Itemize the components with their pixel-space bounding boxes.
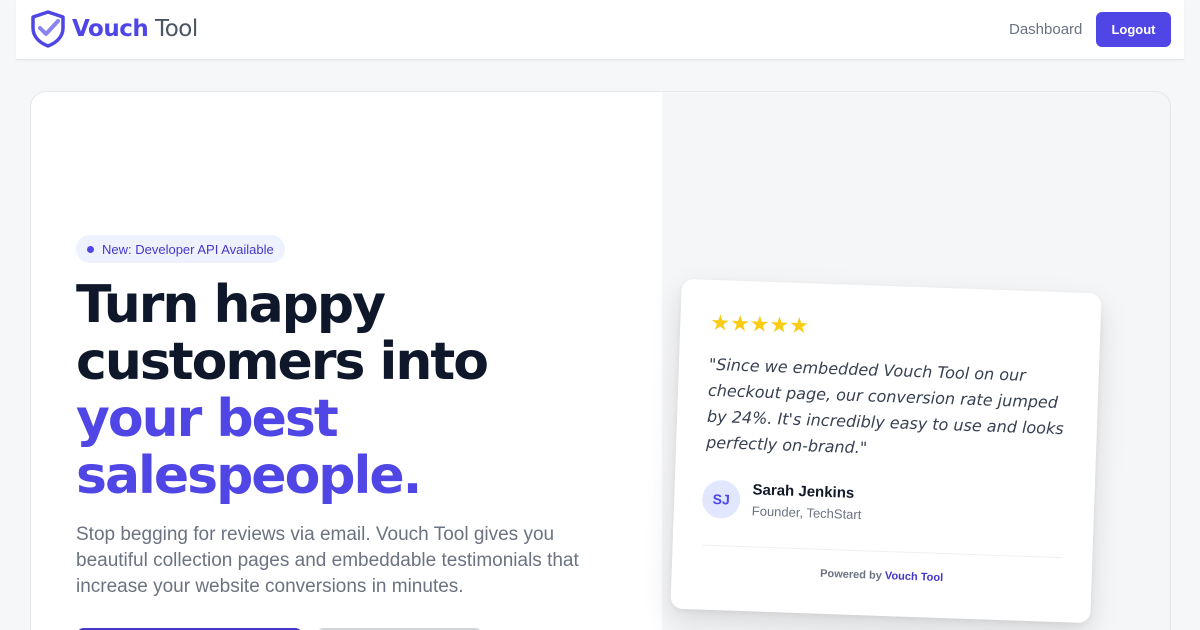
dashboard-link[interactable]: Dashboard [1009, 21, 1082, 38]
brand-name-primary: Vouch [72, 16, 149, 42]
powered-by-prefix: Powered by [819, 567, 883, 582]
top-navbar: Vouch Tool Dashboard Logout [16, 0, 1184, 60]
powered-by: Powered by Vouch Tool [672, 563, 1092, 590]
avatar: SJ [701, 479, 741, 519]
testimonial-quote: "Since we embedded Vouch Tool on our che… [705, 354, 1064, 458]
author-name: Sarah Jenkins [752, 481, 855, 502]
headline-line-4: salespeople. [76, 446, 422, 506]
announcement-badge[interactable]: New: Developer API Available [76, 235, 285, 263]
headline-line-3: your best [76, 389, 339, 449]
testimonial-card: ★★★★★ "Since we embedded Vouch Tool on o… [670, 278, 1102, 624]
badge-dot-icon [87, 245, 94, 253]
powered-by-link[interactable]: Vouch Tool [885, 570, 944, 584]
hero-headline: Turn happy customers into your best sale… [76, 277, 636, 505]
logout-button[interactable]: Logout [1096, 12, 1171, 47]
brand-name-secondary: Tool [155, 16, 198, 42]
badge-label: New: Developer API Available [102, 241, 274, 257]
star-rating: ★★★★★ [709, 309, 810, 339]
hero-subtext: Stop begging for reviews via email. Vouc… [76, 524, 579, 597]
brand-name: Vouch Tool [72, 16, 198, 42]
headline-line-2: customers into [76, 332, 489, 392]
author-role: Founder, TechStart [751, 503, 862, 523]
shield-check-icon [30, 10, 66, 48]
brand-logo-link[interactable]: Vouch Tool [30, 10, 198, 48]
card-divider [702, 544, 1063, 559]
headline-line-1: Turn happy [76, 275, 386, 335]
